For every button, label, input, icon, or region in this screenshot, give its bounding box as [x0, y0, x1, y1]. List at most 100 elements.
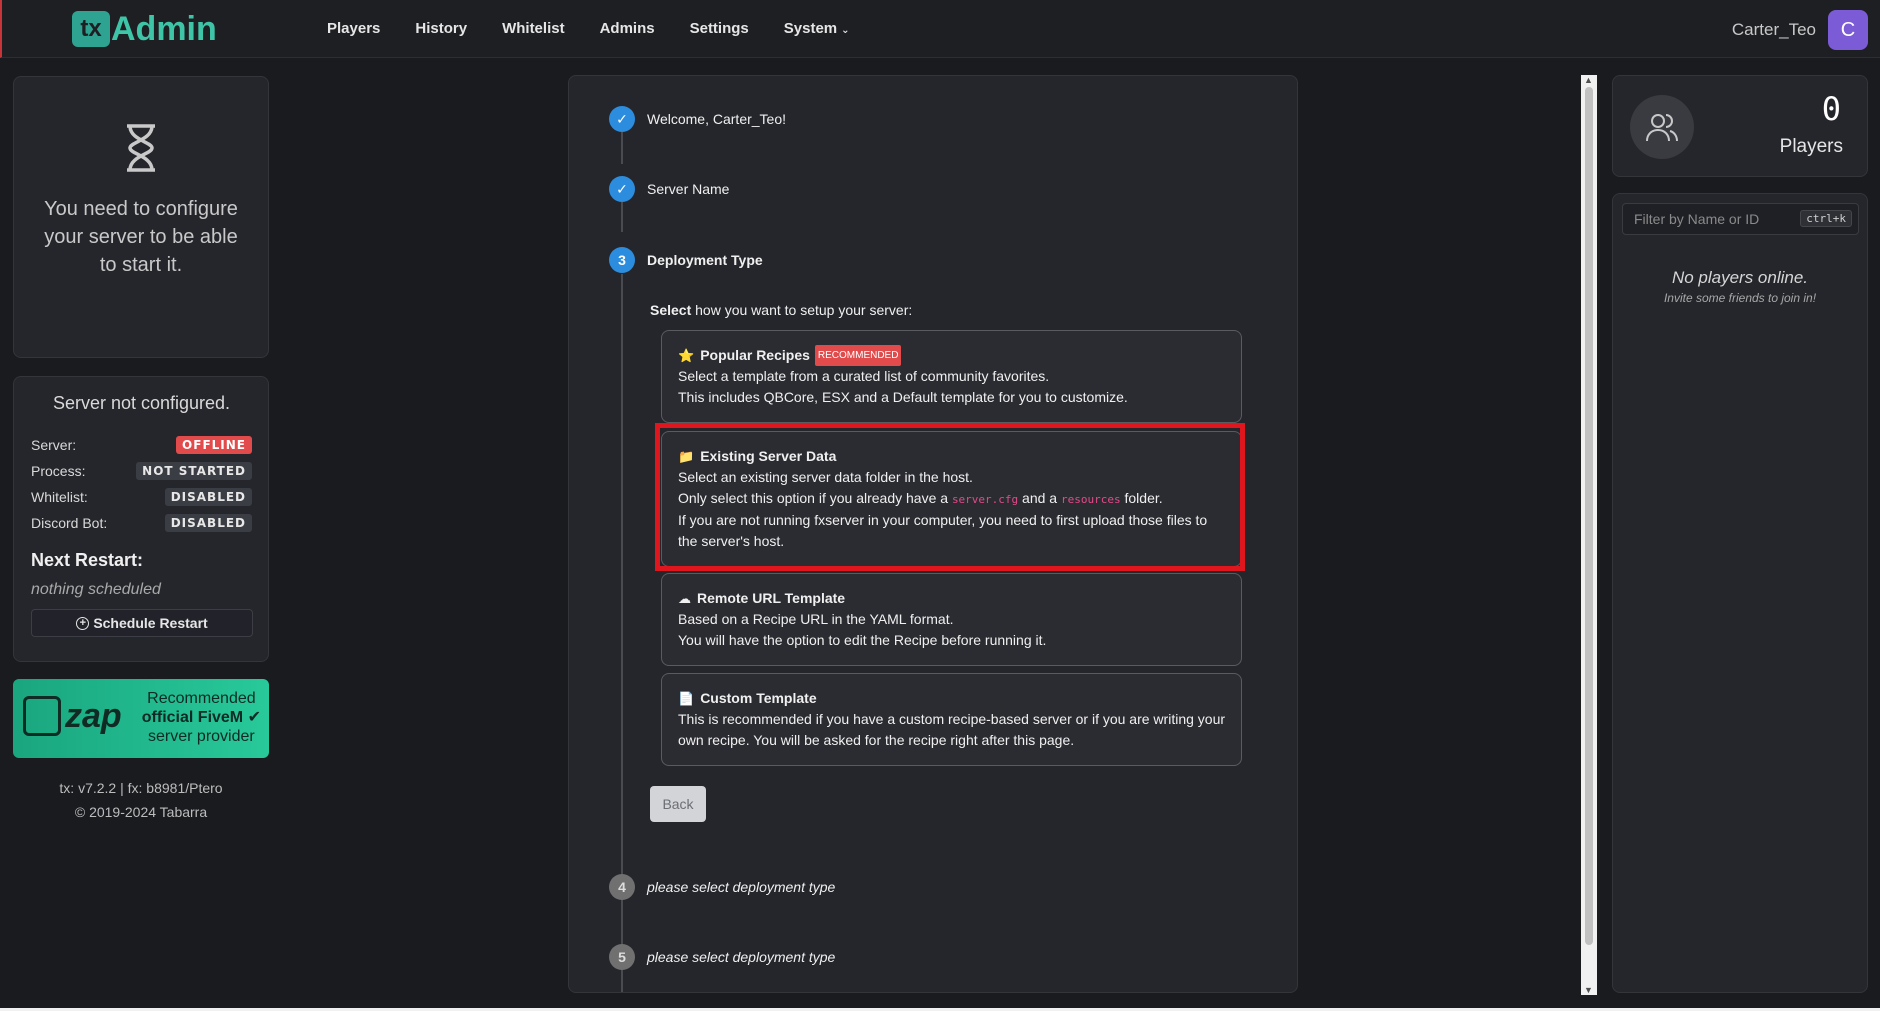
document-icon: 📄 — [678, 691, 695, 706]
player-filter-input[interactable] — [1623, 204, 1793, 234]
nav-admins[interactable]: Admins — [600, 20, 655, 37]
status-row-whitelist: Whitelist: DISABLED — [31, 484, 252, 510]
players-label: Players — [1779, 136, 1843, 157]
option-desc-part: Only select this option if you already h… — [678, 490, 952, 506]
zap-line-2: official FiveM ✔ — [142, 708, 261, 727]
shortcut-hint: ctrl+k — [1800, 210, 1852, 227]
version-text: tx: v7.2.2 | fx: b8981/Ptero — [59, 780, 223, 796]
star-icon: ⭐ — [678, 348, 695, 363]
select-rest: how you want to setup your server: — [691, 302, 913, 318]
server-status-card: Server not configured. Server: OFFLINE P… — [13, 376, 269, 662]
step-server-name: ✓ Server Name — [609, 176, 729, 202]
version-info: tx: v7.2.2 | fx: b8981/Ptero © 2019-2024… — [13, 776, 269, 824]
option-desc: Only select this option if you already h… — [678, 488, 1225, 510]
option-title-row: ☁ Remote URL Template — [678, 588, 1225, 609]
option-desc: This is recommended if you have a custom… — [678, 711, 1226, 748]
zap-wordmark: zap — [65, 696, 122, 735]
check-icon: ✓ — [609, 176, 635, 202]
option-popular-recipes[interactable]: ⭐ Popular Recipes RECOMMENDED Select a tem… — [661, 330, 1242, 423]
config-message: You need to configure your server to be … — [44, 198, 238, 276]
players-count-card: 0 Players — [1612, 75, 1868, 177]
status-row-process: Process: NOT STARTED — [31, 458, 252, 484]
code-resources: resources — [1061, 493, 1121, 506]
players-list-card: ctrl+k No players online. Invite some fr… — [1612, 193, 1868, 993]
step-number: 3 — [609, 247, 635, 273]
next-restart-value: nothing scheduled — [31, 581, 161, 598]
txadmin-logo[interactable]: tx Admin — [72, 10, 217, 48]
no-players-message: No players online. — [1671, 268, 1809, 287]
scroll-down-arrow-icon[interactable]: ▼ — [1584, 985, 1593, 995]
status-badge: OFFLINE — [176, 436, 252, 454]
chevron-down-icon: ⌄ — [841, 25, 850, 36]
player-filter: ctrl+k — [1622, 203, 1859, 235]
step-label: Welcome, Carter_Teo! — [647, 111, 787, 127]
step-label: Server Name — [647, 181, 730, 197]
status-label: Process: — [31, 463, 86, 479]
user-name: Carter_Teo — [1731, 20, 1816, 39]
check-icon: ✓ — [609, 106, 635, 132]
option-title: Remote URL Template — [697, 590, 846, 606]
option-remote-url-template[interactable]: ☁ Remote URL Template Based on a Recipe U… — [661, 573, 1242, 666]
schedule-restart-button[interactable]: + Schedule Restart — [31, 609, 253, 637]
copyright-text: © 2019-2024 Tabarra — [74, 804, 208, 820]
main-scrollbar[interactable]: ▲ ▼ — [1581, 75, 1597, 995]
scroll-up-arrow-icon[interactable]: ▲ — [1584, 75, 1593, 85]
user-menu[interactable]: Carter_Teo C — [1732, 10, 1868, 50]
scroll-thumb[interactable] — [1585, 87, 1593, 945]
nav-whitelist[interactable]: Whitelist — [502, 20, 565, 37]
option-desc: Select a template from a curated list of… — [678, 368, 1050, 384]
users-icon — [1630, 95, 1694, 159]
option-desc: Based on a Recipe URL in the YAML format… — [678, 611, 954, 627]
step-4: 4 please select deployment type — [609, 874, 835, 900]
status-label: Discord Bot: — [31, 515, 108, 531]
zap-hosting-banner[interactable]: zap Recommended official FiveM ✔ server … — [13, 679, 269, 758]
step-connector — [621, 202, 623, 232]
status-label: Whitelist: — [31, 489, 88, 505]
select-instruction: Select how you want to setup your server… — [650, 302, 912, 318]
nav-system-label: System — [783, 20, 838, 37]
nav-settings[interactable]: Settings — [690, 20, 749, 37]
status-badge: NOT STARTED — [136, 462, 252, 480]
option-custom-template[interactable]: 📄 Custom Template This is recommended if … — [661, 673, 1242, 766]
zap-line-2-text: official FiveM — [141, 709, 244, 726]
step-label: Deployment Type — [647, 252, 763, 268]
step-label: please select deployment type — [647, 879, 836, 895]
step-welcome: ✓ Welcome, Carter_Teo! — [609, 106, 786, 132]
status-row-discord-bot: Discord Bot: DISABLED — [31, 510, 252, 536]
option-existing-server-data[interactable]: 📁 Existing Server Data Select an existing… — [661, 431, 1242, 567]
setup-wizard-panel: ✓ Welcome, Carter_Teo! ✓ Server Name 3 D… — [568, 75, 1298, 993]
step-connector — [621, 132, 623, 164]
avatar[interactable]: C — [1828, 10, 1868, 50]
cloud-download-icon: ☁ — [678, 591, 691, 606]
zap-logo: zap — [23, 696, 122, 736]
step-number: 5 — [609, 944, 635, 970]
status-badge: DISABLED — [164, 488, 252, 506]
folder-icon: 📁 — [678, 449, 695, 464]
recommended-badge: RECOMMENDED — [814, 345, 902, 366]
code-server-cfg: server.cfg — [951, 493, 1019, 506]
step-label: please select deployment type — [647, 949, 836, 965]
verified-badge-icon: ✔ — [247, 709, 261, 726]
option-title: Custom Template — [700, 690, 817, 706]
invite-message: Invite some friends to join in! — [1663, 291, 1817, 305]
schedule-restart-label: Schedule Restart — [93, 615, 208, 631]
select-bold: Select — [650, 302, 692, 318]
option-title-row: ⭐ Popular Recipes RECOMMENDED — [678, 345, 1225, 366]
nav-system-dropdown[interactable]: System ⌄ — [784, 20, 850, 37]
main-nav: Players History Whitelist Admins Setting… — [327, 20, 885, 37]
back-button[interactable]: Back — [650, 786, 706, 822]
status-title: Server not configured. — [52, 393, 231, 413]
hourglass-icon — [14, 123, 268, 185]
option-desc-part: folder. — [1120, 490, 1163, 506]
players-count: 0 — [1821, 90, 1841, 128]
top-navbar: tx Admin Players History Whitelist Admin… — [0, 0, 1880, 58]
step-number: 4 — [609, 874, 635, 900]
nav-history[interactable]: History — [415, 20, 467, 37]
option-title-row: 📁 Existing Server Data — [678, 446, 1225, 467]
logo-mark: tx — [72, 11, 110, 47]
zap-cube-icon — [23, 696, 61, 736]
zap-tagline: Recommended official FiveM ✔ server prov… — [142, 689, 261, 746]
next-restart-title: Next Restart: — [31, 550, 144, 570]
nav-players[interactable]: Players — [327, 20, 380, 37]
zap-line-1: Recommended — [147, 690, 256, 707]
